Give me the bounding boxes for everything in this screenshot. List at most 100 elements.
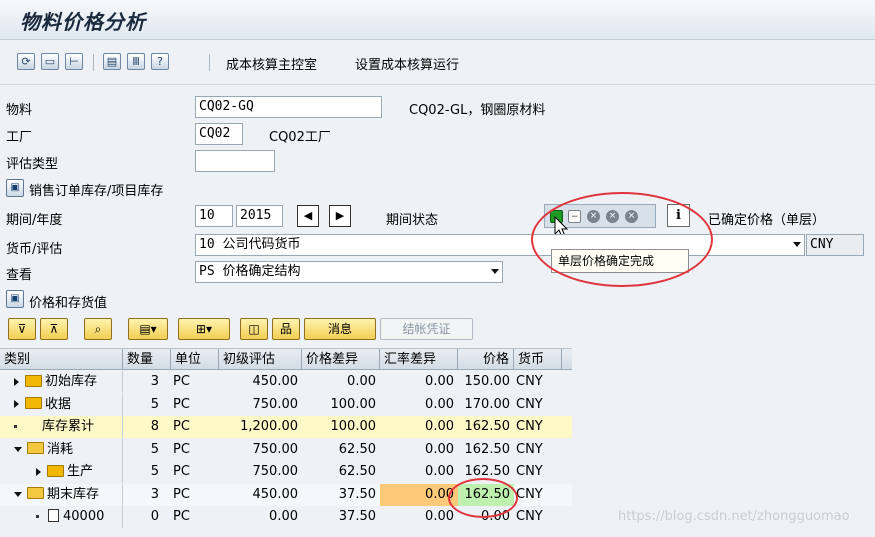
qty-cell[interactable]: 3 bbox=[123, 484, 163, 506]
refresh-icon[interactable]: ⟳ bbox=[17, 53, 35, 70]
cur-cell[interactable]: CNY bbox=[514, 461, 562, 483]
unit-cell[interactable]: PC bbox=[163, 416, 219, 438]
view-select[interactable]: PS 价格确定结构 bbox=[195, 261, 503, 283]
xdiff-cell[interactable]: 0.00 bbox=[380, 439, 458, 461]
previous-period-button[interactable]: ◀ bbox=[297, 205, 319, 227]
find-button[interactable]: ⌕ bbox=[84, 318, 112, 340]
category-cell[interactable]: 40000 bbox=[0, 506, 123, 528]
column-header[interactable]: 数量 bbox=[123, 349, 171, 370]
expand-node-icon[interactable] bbox=[14, 377, 19, 386]
unit-cell[interactable]: PC bbox=[163, 461, 219, 483]
folder-icon bbox=[25, 374, 42, 387]
unit-cell[interactable]: PC bbox=[163, 484, 219, 506]
year-field[interactable]: 2015 bbox=[236, 205, 283, 227]
xdiff-cell[interactable]: 0.00 bbox=[380, 394, 458, 416]
prim-cell[interactable]: 1,200.00 bbox=[219, 416, 302, 438]
price-cell[interactable]: 150.00 bbox=[458, 371, 514, 393]
material-field[interactable]: CQ02-GQ bbox=[195, 96, 382, 118]
window-icon[interactable]: ▭ bbox=[41, 53, 59, 70]
plant-field[interactable]: CQ02 bbox=[195, 123, 243, 145]
prim-cell[interactable]: 750.00 bbox=[219, 439, 302, 461]
unit-cell[interactable]: PC bbox=[163, 506, 219, 528]
column-header[interactable]: 初级评估 bbox=[219, 349, 302, 370]
prim-cell[interactable]: 750.00 bbox=[219, 461, 302, 483]
prim-cell[interactable]: 450.00 bbox=[219, 371, 302, 393]
category-cell[interactable]: 收据 bbox=[0, 393, 123, 416]
unit-cell[interactable]: PC bbox=[163, 371, 219, 393]
hierarchy-button[interactable]: 品 bbox=[272, 318, 300, 340]
qty-cell[interactable]: 0 bbox=[123, 506, 163, 528]
period-field[interactable]: 10 bbox=[195, 205, 233, 227]
prim-cell[interactable]: 450.00 bbox=[219, 484, 302, 506]
qty-cell[interactable]: 3 bbox=[123, 371, 163, 393]
pdiff-cell[interactable]: 100.00 bbox=[302, 394, 380, 416]
zoom-button[interactable]: ◫ bbox=[240, 318, 268, 340]
qty-cell[interactable]: 5 bbox=[123, 394, 163, 416]
price-cell[interactable]: 162.50 bbox=[458, 416, 514, 438]
cur-cell[interactable]: CNY bbox=[514, 371, 562, 393]
xdiff-cell[interactable]: 0.00 bbox=[380, 506, 458, 528]
xdiff-cell[interactable]: 0.00 bbox=[380, 483, 458, 506]
expand-all-button[interactable]: ⊽ bbox=[8, 318, 36, 340]
collapse-all-button[interactable]: ⊼ bbox=[40, 318, 68, 340]
pdiff-cell[interactable]: 62.50 bbox=[302, 439, 380, 461]
expand-price-stock-icon[interactable]: ▣ bbox=[6, 290, 24, 308]
expand-sales-stock-icon[interactable]: ▣ bbox=[6, 179, 24, 197]
category-cell[interactable]: 初始库存 bbox=[0, 371, 123, 393]
column-header[interactable]: 类别 bbox=[0, 349, 123, 370]
column-header[interactable]: 单位 bbox=[171, 349, 219, 370]
category-cell[interactable]: 期末库存 bbox=[0, 483, 123, 506]
collapse-node-icon[interactable] bbox=[14, 446, 22, 452]
column-header[interactable]: 价格 bbox=[458, 349, 514, 370]
table-row[interactable]: 收据 5 PC 750.00 100.00 0.00 170.00 CNY bbox=[0, 393, 572, 416]
xdiff-cell[interactable]: 0.00 bbox=[380, 461, 458, 483]
pdiff-cell[interactable]: 62.50 bbox=[302, 461, 380, 483]
pdiff-cell[interactable]: 37.50 bbox=[302, 484, 380, 506]
category-cell[interactable]: 生产 bbox=[0, 461, 123, 483]
prim-cell[interactable]: 750.00 bbox=[219, 394, 302, 416]
expand-node-icon[interactable] bbox=[14, 400, 19, 408]
costing-cockpit-button[interactable]: 成本核算主控室 bbox=[226, 54, 317, 73]
column-header[interactable]: 价格差异 bbox=[302, 349, 380, 370]
message-button[interactable]: 消息 bbox=[304, 318, 376, 340]
xdiff-cell[interactable]: 0.00 bbox=[380, 416, 458, 438]
collapse-node-icon[interactable] bbox=[14, 491, 22, 497]
currency-select[interactable]: 10 公司代码货币 bbox=[195, 234, 805, 256]
valuation-type-field[interactable] bbox=[195, 150, 275, 172]
unit-cell[interactable]: PC bbox=[163, 439, 219, 461]
screen-icon[interactable]: ▤ bbox=[103, 53, 121, 70]
xdiff-cell[interactable]: 0.00 bbox=[380, 371, 458, 393]
category-cell[interactable]: 消耗 bbox=[0, 438, 123, 461]
column-header[interactable]: 汇率差异 bbox=[380, 349, 458, 370]
columns-icon[interactable]: Ⅲ bbox=[127, 53, 145, 70]
help-icon[interactable]: ? bbox=[151, 53, 169, 70]
qty-cell[interactable]: 5 bbox=[123, 461, 163, 483]
price-cell[interactable]: 170.00 bbox=[458, 394, 514, 416]
prim-cell[interactable]: 0.00 bbox=[219, 506, 302, 528]
table-row[interactable]: 初始库存 3 PC 450.00 0.00 0.00 150.00 CNY bbox=[0, 371, 572, 393]
category-cell[interactable]: 库存累计 bbox=[0, 416, 123, 438]
price-cell[interactable]: 162.50 bbox=[458, 439, 514, 461]
layout-button[interactable]: ⊞▾ bbox=[178, 318, 230, 340]
pdiff-cell[interactable]: 0.00 bbox=[302, 371, 380, 393]
next-period-button[interactable]: ▶ bbox=[329, 205, 351, 227]
expand-node-icon[interactable] bbox=[36, 467, 41, 476]
costing-run-button[interactable]: 设置成本核算运行 bbox=[355, 54, 459, 73]
folder-icon bbox=[25, 397, 42, 409]
qty-cell[interactable]: 8 bbox=[123, 416, 163, 438]
pdiff-cell[interactable]: 100.00 bbox=[302, 416, 380, 438]
table-row[interactable]: 库存累计 8 PC 1,200.00 100.00 0.00 162.50 CNY bbox=[0, 416, 572, 438]
cur-cell[interactable]: CNY bbox=[514, 394, 562, 416]
cur-cell[interactable]: CNY bbox=[514, 506, 562, 528]
print-button[interactable]: ▤▾ bbox=[128, 318, 168, 340]
column-header[interactable]: 货币 bbox=[514, 349, 562, 370]
cur-cell[interactable]: CNY bbox=[514, 416, 562, 438]
table-row[interactable]: 消耗 5 PC 750.00 62.50 0.00 162.50 CNY bbox=[0, 438, 572, 461]
close-voucher-button[interactable]: 结帐凭证 bbox=[380, 318, 473, 340]
pdiff-cell[interactable]: 37.50 bbox=[302, 506, 380, 528]
unit-cell[interactable]: PC bbox=[163, 394, 219, 416]
tree-icon[interactable]: ⊢ bbox=[65, 53, 83, 70]
qty-cell[interactable]: 5 bbox=[123, 439, 163, 461]
cur-cell[interactable]: CNY bbox=[514, 439, 562, 461]
cur-cell[interactable]: CNY bbox=[514, 484, 562, 506]
